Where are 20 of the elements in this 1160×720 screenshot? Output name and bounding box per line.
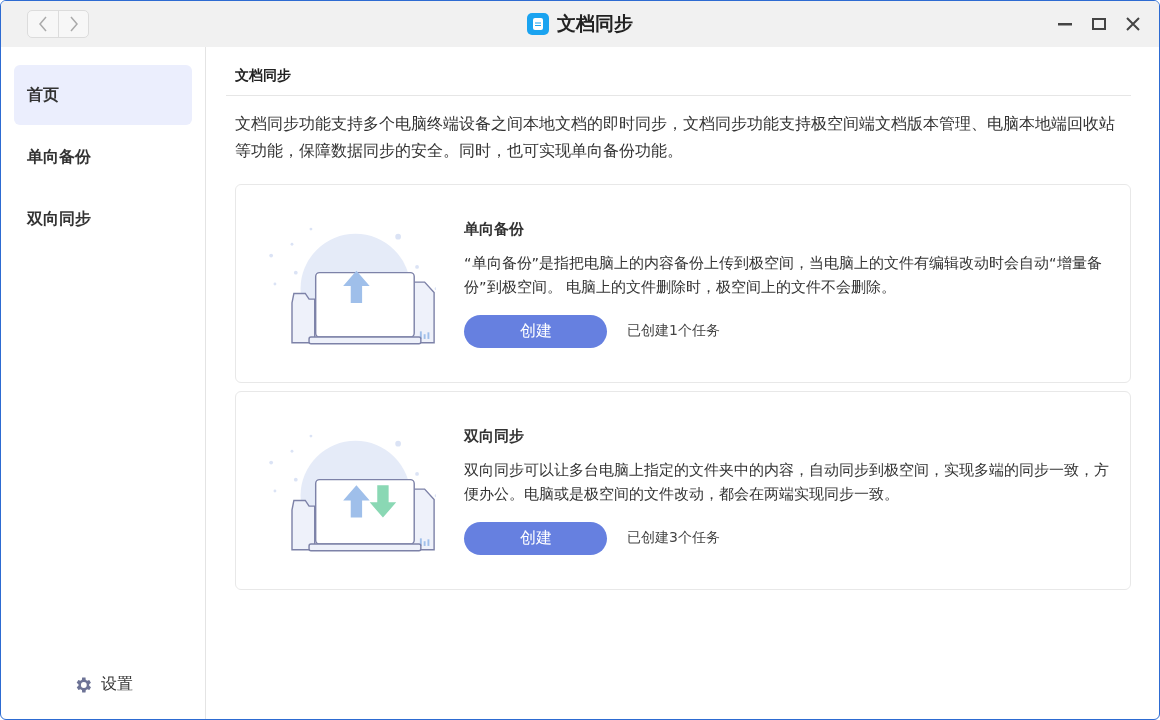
chevron-left-icon [38,16,48,32]
card-description: 双向同步可以让多台电脑上指定的文件夹中的内容，自动同步到极空间，实现多端的同步一致，方便办公。电脑或是极空间的文件改动，都会在两端实现同步一致。 [464,460,1110,504]
app-icon [527,13,549,35]
window-title: 文档同步 [557,11,633,36]
card-title: 双向同步 [464,426,525,446]
close-icon [1126,17,1140,31]
create-button[interactable]: 创建 [464,521,607,555]
maximize-icon [1092,18,1106,30]
chevron-right-icon [68,16,79,32]
card-description: “单向备份”是指把电脑上的内容备份上传到极空间，当电脑上的文件有编辑改动时会自动“增量备份”到极空间。 电脑上的文件删除时，极空间上的文件不会删除。 [464,253,1103,297]
task-count: 已创建3个任务 [627,529,720,547]
settings-link[interactable]: 设置 [101,674,133,695]
sidebar-item[interactable]: 双向同步 [14,189,192,249]
sidebar-item[interactable]: 首页 [14,65,192,125]
sidebar-item[interactable]: 单向备份 [14,127,192,187]
card-title: 单向备份 [464,219,525,239]
intro-text: 文档同步功能支持多个电脑终端设备之间本地文档的即时同步，文档同步功能支持极空间端文档版本管理、电脑本地端回收站等功能，保障数据同步的安全。同时，也可实现单向备份功能。 [235,113,1115,162]
task-count: 已创建1个任务 [627,322,720,340]
create-button[interactable]: 创建 [464,314,607,348]
section-title: 文档同步 [226,67,1131,96]
